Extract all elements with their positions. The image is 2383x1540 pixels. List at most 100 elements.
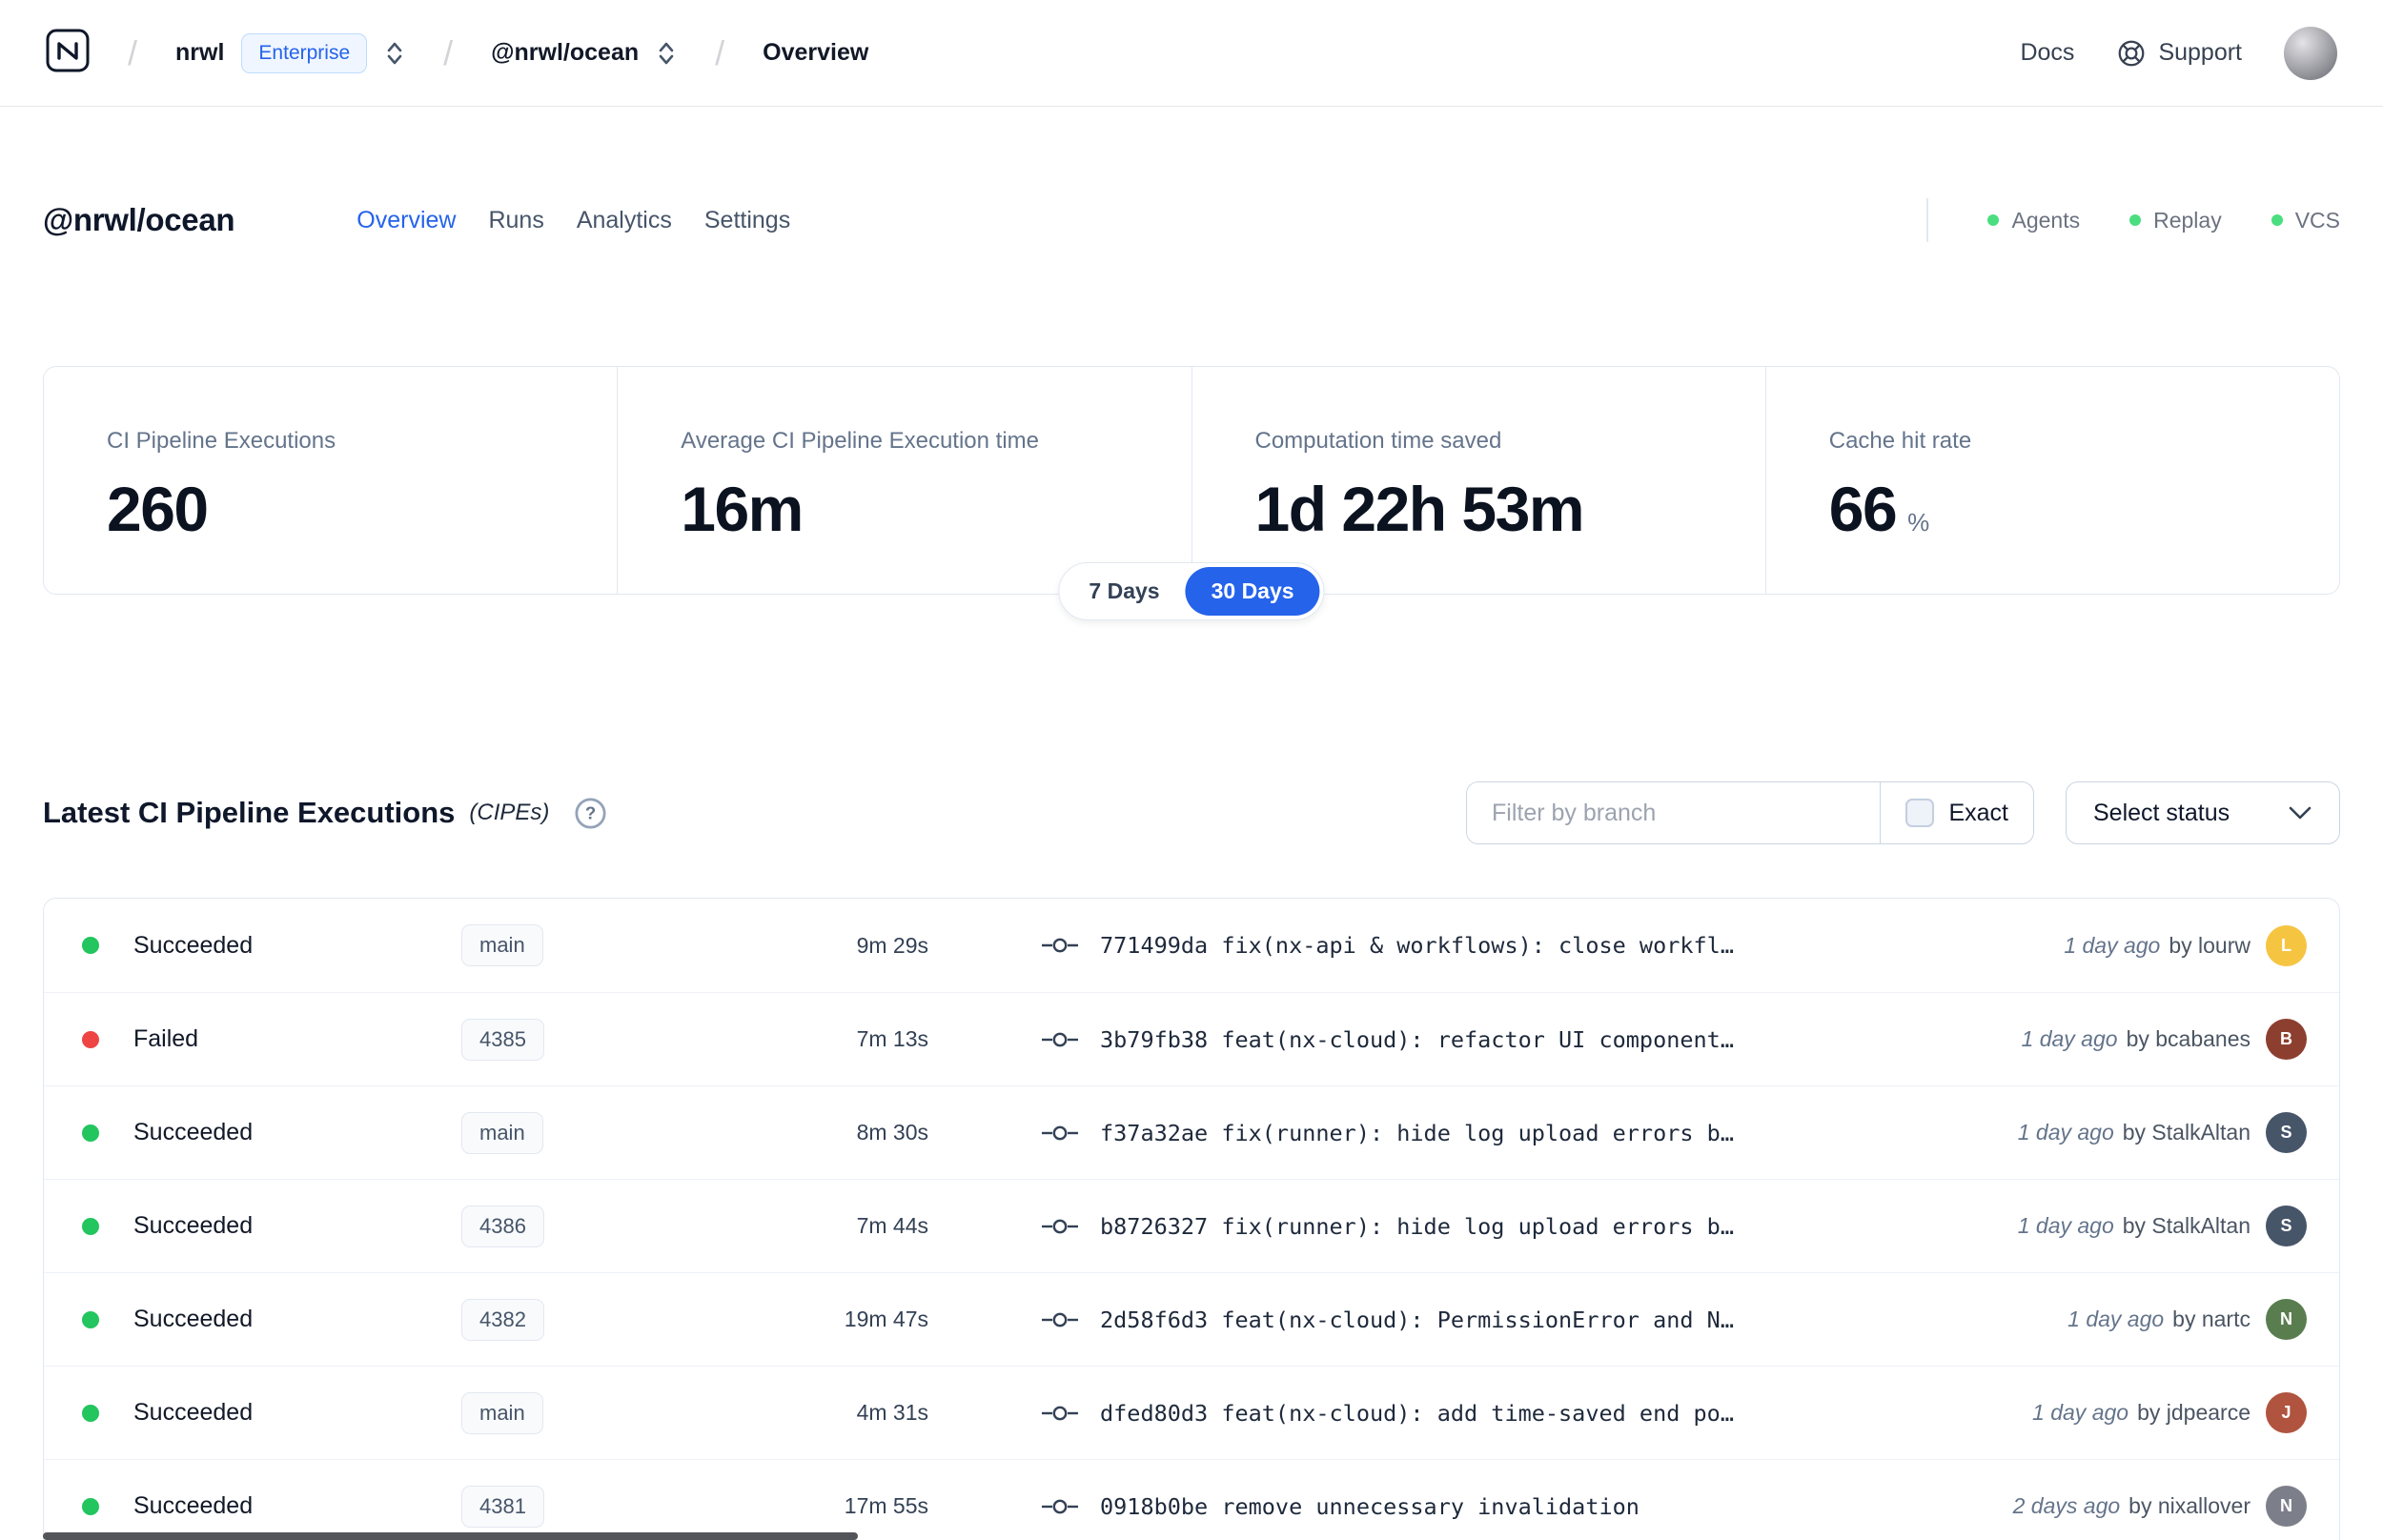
docs-link[interactable]: Docs	[2020, 39, 2074, 67]
top-navbar: / nrwl Enterprise / @nrwl/ocean / Overvi…	[0, 0, 2383, 107]
author-avatar: S	[2266, 1112, 2307, 1153]
author-avatar: N	[2266, 1486, 2307, 1527]
breadcrumb-org[interactable]: nrwl	[175, 39, 224, 67]
stat-value: 66%	[1828, 474, 1930, 544]
branch-filter-input[interactable]	[1467, 782, 1881, 843]
duration-label: 7m 13s	[856, 1026, 928, 1051]
stat-label: Average CI Pipeline Execution time	[681, 428, 1040, 454]
branch-filter-group: Exact	[1466, 781, 2034, 844]
date-range-toggle: 7 Days 30 Days	[1058, 562, 1325, 620]
commit-message: 771499da fix(nx-api & workflows): close …	[1100, 932, 1734, 959]
cipe-table: Succeeded main 9m 29s 771499da fix(nx-ap…	[43, 898, 2340, 1540]
breadcrumb-separator: /	[128, 32, 138, 72]
author-label: by StalkAltan	[2122, 1213, 2251, 1238]
commit-icon	[1041, 935, 1079, 956]
author-avatar: N	[2266, 1299, 2307, 1340]
tab-runs[interactable]: Runs	[488, 207, 543, 234]
duration-label: 7m 44s	[856, 1213, 928, 1238]
exact-checkbox[interactable]	[1905, 799, 1935, 827]
commit-message: 0918b0be remove unnecessary invalidation	[1100, 1492, 1640, 1520]
indicator-agents[interactable]: Agents	[1987, 208, 2080, 233]
commit-icon	[1041, 1496, 1079, 1517]
status-label: Failed	[133, 1025, 199, 1052]
status-label: Succeeded	[133, 1399, 254, 1426]
horizontal-scrollbar-thumb[interactable]	[43, 1532, 858, 1540]
status-dot-icon	[82, 1497, 99, 1515]
tab-analytics[interactable]: Analytics	[577, 207, 672, 234]
status-select-label: Select status	[2093, 799, 2230, 826]
author-avatar: J	[2266, 1392, 2307, 1433]
branch-badge: main	[461, 924, 543, 966]
commit-icon	[1041, 1216, 1079, 1237]
stat-card: Average CI Pipeline Execution time 16m	[617, 367, 1191, 594]
stat-value: 260	[107, 474, 209, 544]
indicator-label: Replay	[2153, 207, 2222, 233]
stat-suffix: %	[1907, 508, 1929, 537]
stat-label: Cache hit rate	[1828, 428, 1972, 454]
cipe-row[interactable]: Succeeded main 9m 29s 771499da fix(nx-ap…	[44, 899, 2339, 992]
tab-settings[interactable]: Settings	[704, 207, 790, 234]
page-title: @nrwl/ocean	[43, 202, 235, 237]
author-avatar: S	[2266, 1206, 2307, 1246]
commit-message: b8726327 fix(runner): hide log upload er…	[1100, 1212, 1734, 1240]
branch-badge: 4386	[461, 1205, 544, 1247]
stat-card: Computation time saved 1d 22h 53m	[1191, 367, 1765, 594]
duration-label: 17m 55s	[844, 1493, 928, 1518]
branch-badge: 4382	[461, 1298, 544, 1341]
author-label: by jdpearce	[2137, 1400, 2251, 1425]
help-icon[interactable]: ?	[573, 796, 608, 831]
breadcrumb-separator: /	[443, 32, 454, 72]
author-avatar: B	[2266, 1019, 2307, 1060]
indicator-vcs[interactable]: VCS	[2271, 208, 2340, 233]
author-label: by nartc	[2172, 1307, 2251, 1331]
tab-overview[interactable]: Overview	[356, 207, 456, 234]
stat-value: 1d 22h 53m	[1254, 474, 1585, 544]
cipe-section-title: Latest CI Pipeline Executions	[43, 796, 456, 829]
status-dot-icon	[82, 1217, 99, 1235]
cipe-row[interactable]: Succeeded 4382 19m 47s 2d58f6d3 feat(nx-…	[44, 1272, 2339, 1366]
stat-label: Computation time saved	[1254, 428, 1502, 454]
workspace-switcher-icon[interactable]	[656, 39, 677, 68]
author-label: by StalkAltan	[2122, 1120, 2251, 1145]
org-switcher-icon[interactable]	[384, 39, 405, 68]
enterprise-badge[interactable]: Enterprise	[241, 32, 368, 73]
commit-icon	[1041, 1309, 1079, 1330]
time-ago: 1 day ago	[2064, 932, 2161, 958]
status-dot-icon	[82, 1124, 99, 1142]
vertical-divider	[1926, 198, 1929, 242]
status-label: Succeeded	[133, 931, 254, 959]
cipe-row[interactable]: Succeeded 4381 17m 55s 0918b0be remove u…	[44, 1459, 2339, 1540]
time-ago: 1 day ago	[2032, 1400, 2129, 1425]
status-select-button[interactable]: Select status	[2066, 781, 2340, 844]
exact-label: Exact	[1948, 799, 2008, 826]
support-label: Support	[2158, 39, 2242, 66]
status-label: Succeeded	[133, 1212, 254, 1239]
status-dot-icon	[82, 1030, 99, 1048]
support-link[interactable]: Support	[2116, 38, 2242, 69]
range-7-days[interactable]: 7 Days	[1063, 567, 1185, 616]
cipe-section-note: (CIPEs)	[469, 800, 550, 825]
user-avatar[interactable]	[2284, 26, 2337, 80]
commit-message: dfed80d3 feat(nx-cloud): add time-saved …	[1100, 1399, 1734, 1427]
commit-icon	[1041, 1403, 1079, 1424]
commit-message: 3b79fb38 feat(nx-cloud): refactor UI com…	[1100, 1025, 1734, 1053]
breadcrumb-workspace[interactable]: @nrwl/ocean	[491, 39, 639, 67]
nx-logo-icon[interactable]	[46, 29, 90, 77]
cipe-row[interactable]: Succeeded main 8m 30s f37a32ae fix(runne…	[44, 1085, 2339, 1179]
cipe-row[interactable]: Succeeded 4386 7m 44s b8726327 fix(runne…	[44, 1179, 2339, 1272]
stat-value: 16m	[681, 474, 804, 544]
green-dot-icon	[1987, 214, 2000, 226]
time-ago: 1 day ago	[2017, 1120, 2114, 1145]
cipe-row[interactable]: Succeeded main 4m 31s dfed80d3 feat(nx-c…	[44, 1366, 2339, 1459]
branch-badge: main	[461, 1111, 543, 1154]
commit-icon	[1041, 1029, 1079, 1050]
author-label: by nixallover	[2128, 1493, 2251, 1518]
indicator-replay[interactable]: Replay	[2129, 208, 2222, 233]
chevron-down-icon	[2288, 805, 2312, 821]
commit-message: f37a32ae fix(runner): hide log upload er…	[1100, 1119, 1734, 1146]
range-30-days[interactable]: 30 Days	[1185, 567, 1320, 616]
status-indicators: Agents Replay VCS	[1987, 208, 2340, 233]
cipe-row[interactable]: Failed 4385 7m 13s 3b79fb38 feat(nx-clou…	[44, 992, 2339, 1085]
duration-label: 8m 30s	[856, 1120, 928, 1145]
branch-badge: main	[461, 1391, 543, 1434]
